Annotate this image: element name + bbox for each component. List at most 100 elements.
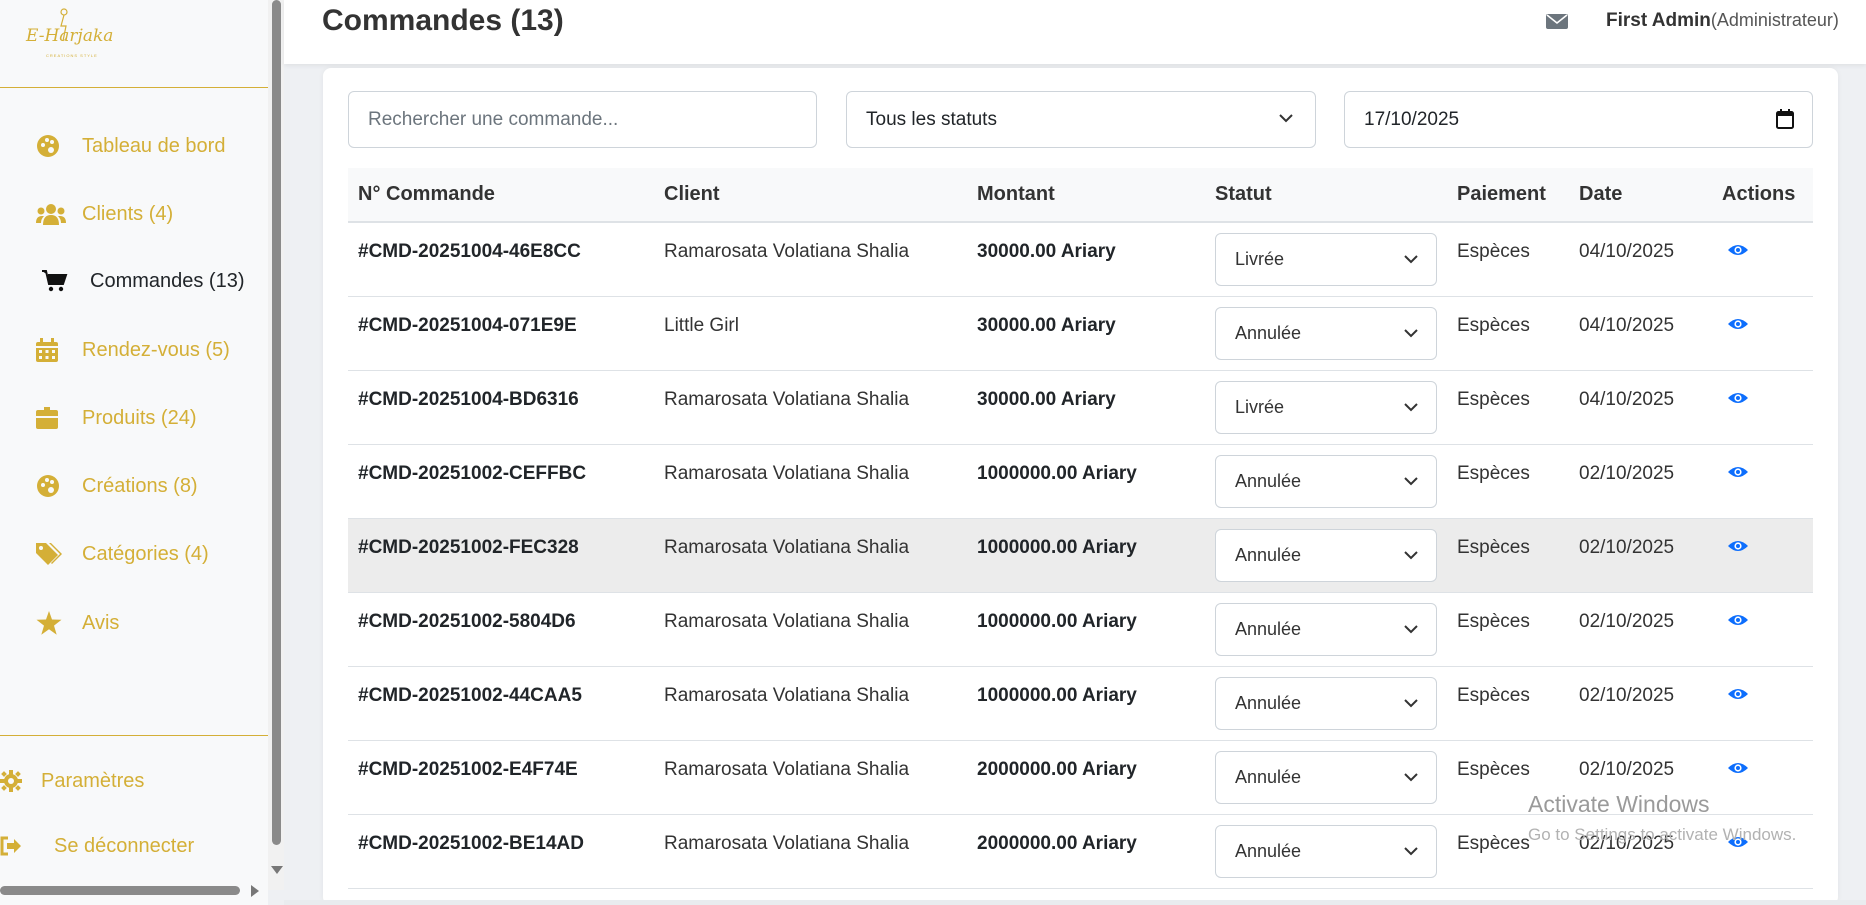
status-select[interactable]: Annulée	[1215, 454, 1437, 508]
palette-icon	[36, 133, 66, 159]
order-date: 04/10/2025	[1579, 388, 1675, 410]
order-amount: 1000000.00 Ariary	[977, 610, 1137, 632]
scroll-right-arrow-icon[interactable]	[251, 885, 259, 897]
sidebar-item-categories[interactable]: Catégories (4)	[36, 536, 209, 572]
sidebar: E-Harjaka CREATIONS STYLE Tableau de bor…	[0, 0, 268, 905]
order-id: #CMD-20251004-BD6316	[358, 388, 579, 410]
status-filter-value: Tous les statuts	[866, 108, 997, 130]
sidebar-item-label: Se déconnecter	[54, 834, 195, 857]
order-date: 02/10/2025	[1579, 684, 1675, 706]
user-menu[interactable]: First Admin(Administrateur)	[1606, 10, 1839, 32]
view-eye-icon[interactable]	[1728, 243, 1748, 257]
status-value: Annulée	[1235, 470, 1302, 491]
sidebar-item-rendez-vous[interactable]: Rendez-vous (5)	[36, 332, 230, 368]
view-eye-icon[interactable]	[1728, 465, 1748, 479]
column-header-client: Client	[664, 183, 720, 205]
sidebar-item-produits[interactable]: Produits (24)	[36, 400, 197, 436]
page-bottom-edge	[284, 900, 1866, 905]
status-select[interactable]: Annulée	[1215, 676, 1437, 730]
calendar-icon	[36, 337, 66, 363]
view-eye-icon[interactable]	[1728, 613, 1748, 627]
sidebar-item-label: Paramètres	[41, 769, 145, 792]
table-header: N° Commande Client Montant Statut Paieme…	[348, 168, 1813, 222]
scroll-down-arrow-icon[interactable]	[271, 866, 283, 874]
payment-method: Espèces	[1457, 388, 1530, 410]
sidebar-item-avis[interactable]: Avis	[36, 605, 119, 641]
sidebar-item-logout[interactable]: Se déconnecter	[0, 828, 194, 864]
sidebar-horizontal-scrollbar[interactable]	[0, 886, 240, 895]
order-id: #CMD-20251002-44CAA5	[358, 684, 582, 706]
payment-method: Espèces	[1457, 684, 1530, 706]
status-value: Annulée	[1235, 840, 1302, 861]
payment-method: Espèces	[1457, 536, 1530, 558]
star-icon	[36, 610, 66, 636]
status-value: Annulée	[1235, 766, 1302, 787]
status-select[interactable]: Livrée	[1215, 380, 1437, 434]
sidebar-item-clients[interactable]: Clients (4)	[36, 196, 173, 232]
payment-method: Espèces	[1457, 241, 1530, 262]
order-amount: 1000000.00 Ariary	[977, 462, 1137, 484]
chevron-down-icon	[1404, 698, 1418, 707]
order-id: #CMD-20251002-5804D6	[358, 610, 576, 632]
chevron-down-icon	[1404, 476, 1418, 485]
calendar-icon[interactable]	[1776, 109, 1794, 129]
view-eye-icon[interactable]	[1728, 317, 1748, 331]
view-eye-icon[interactable]	[1728, 391, 1748, 405]
column-header-order: N° Commande	[358, 183, 495, 205]
status-select[interactable]: Annulée	[1215, 602, 1437, 656]
logo-subtitle: CREATIONS STYLE	[46, 53, 98, 58]
status-select[interactable]: Annulée	[1215, 528, 1437, 582]
activation-watermark-title: Activate Windows	[1528, 791, 1710, 817]
status-select[interactable]: Annulée	[1215, 750, 1437, 804]
chevron-down-icon	[1404, 550, 1418, 559]
palette-icon	[36, 473, 66, 499]
brand-logo[interactable]: E-Harjaka CREATIONS STYLE	[26, 6, 146, 58]
status-filter-select[interactable]: Tous les statuts	[846, 91, 1316, 148]
activation-watermark-text: Go to Settings to activate Windows.	[1528, 825, 1797, 844]
sign-out-icon	[0, 836, 22, 856]
column-header-amount: Montant	[977, 183, 1055, 205]
status-value: Livrée	[1235, 396, 1285, 417]
sidebar-item-label: Produits (24)	[82, 406, 197, 429]
order-amount: 1000000.00 Ariary	[977, 684, 1137, 706]
view-eye-icon[interactable]	[1728, 687, 1748, 701]
order-date: 04/10/2025	[1579, 314, 1675, 336]
chevron-down-icon	[1404, 255, 1418, 264]
search-placeholder: Rechercher une commande...	[368, 108, 619, 130]
sidebar-divider	[0, 735, 268, 736]
envelope-icon[interactable]	[1546, 12, 1568, 30]
order-date: 02/10/2025	[1579, 610, 1675, 632]
table-row: #CMD-20251002-5804D6 Ramarosata Volatian…	[348, 592, 1813, 666]
view-eye-icon[interactable]	[1728, 761, 1748, 775]
column-header-actions: Actions	[1722, 183, 1796, 205]
sidebar-item-label: Rendez-vous (5)	[82, 338, 230, 361]
date-filter-input[interactable]: 17/10/2025	[1344, 91, 1813, 148]
status-select[interactable]: Annulée	[1215, 824, 1437, 878]
top-header: Commandes (13) First Admin(Administrateu…	[284, 0, 1866, 64]
sidebar-item-dashboard[interactable]: Tableau de bord	[36, 128, 225, 164]
sidebar-item-commandes[interactable]: Commandes (13)	[42, 263, 245, 299]
status-value: Annulée	[1235, 322, 1302, 343]
column-header-date: Date	[1579, 183, 1623, 205]
client-name: Ramarosata Volatiana Shalia	[664, 832, 910, 854]
sidebar-item-parametres[interactable]: Paramètres	[0, 763, 144, 799]
sidebar-item-label: Créations (8)	[82, 474, 198, 497]
status-select[interactable]: Livrée	[1215, 233, 1437, 286]
client-name: Ramarosata Volatiana Shalia	[664, 610, 910, 632]
chevron-down-icon	[1404, 402, 1418, 411]
sidebar-item-creations[interactable]: Créations (8)	[36, 468, 198, 504]
status-select[interactable]: Annulée	[1215, 306, 1437, 360]
table-row: #CMD-20251002-FEC328 Ramarosata Volatian…	[348, 518, 1813, 592]
table-row: #CMD-20251004-46E8CC Ramarosata Volatian…	[348, 222, 1813, 296]
table-row: #CMD-20251002-CEFFBC Ramarosata Volatian…	[348, 444, 1813, 518]
cart-icon	[42, 268, 72, 294]
page-title: Commandes (13)	[322, 4, 564, 37]
users-icon	[36, 201, 66, 227]
sidebar-divider	[0, 87, 268, 88]
view-eye-icon[interactable]	[1728, 539, 1748, 553]
client-name: Ramarosata Volatiana Shalia	[664, 536, 910, 558]
search-input[interactable]: Rechercher une commande...	[348, 91, 817, 148]
order-amount: 30000.00 Ariary	[977, 314, 1116, 336]
sidebar-vertical-scrollbar[interactable]	[272, 0, 281, 845]
client-name: Ramarosata Volatiana Shalia	[664, 462, 910, 484]
